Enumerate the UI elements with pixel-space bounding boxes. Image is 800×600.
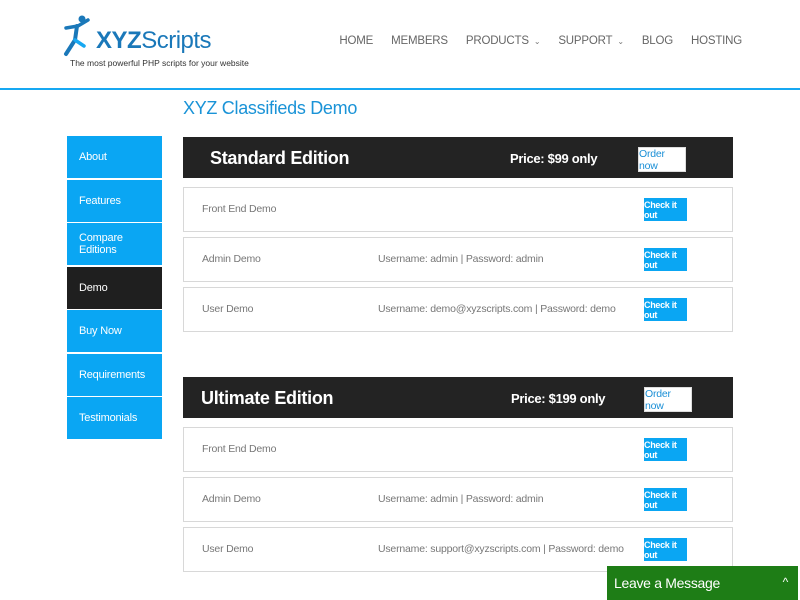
leave-message-label: Leave a Message xyxy=(614,575,721,591)
nav-label: SUPPORT xyxy=(558,35,613,47)
edition-price: Price: $199 only xyxy=(511,391,606,406)
demo-row-front-end: Front End Demo Check it out xyxy=(183,187,733,232)
check-it-out-button[interactable]: Check it out xyxy=(644,198,687,221)
chevron-down-icon: ⌄ xyxy=(533,36,541,46)
sidebar-item-testimonials[interactable]: Testimonials xyxy=(67,397,162,439)
demo-label: Admin Demo xyxy=(202,253,261,265)
nav-support[interactable]: SUPPORT ⌄ xyxy=(558,35,624,47)
nav-hosting[interactable]: HOSTING xyxy=(691,35,742,47)
nav-home[interactable]: HOME xyxy=(339,35,373,47)
demo-credentials: Username: admin | Password: admin xyxy=(378,253,544,265)
demo-row-front-end: Front End Demo Check it out xyxy=(183,427,733,472)
brand-name: XYZScripts xyxy=(96,27,212,55)
demo-row-admin: Admin Demo Username: admin | Password: a… xyxy=(183,237,733,282)
brand-suffix: Scripts xyxy=(141,27,212,54)
standard-edition-section: Standard Edition Price: $99 only Order n… xyxy=(183,137,733,332)
main-nav: HOME MEMBERS PRODUCTS ⌄ SUPPORT ⌄ BLOG HOS… xyxy=(321,35,742,47)
demo-label: User Demo xyxy=(202,303,254,315)
sidebar-item-compare-editions[interactable]: Compare Editions xyxy=(67,223,162,265)
nav-label: BLOG xyxy=(641,35,673,47)
edition-header: Standard Edition Price: $99 only Order n… xyxy=(183,137,733,178)
nav-label: MEMBERS xyxy=(391,35,448,47)
nav-members[interactable]: MEMBERS xyxy=(391,35,448,47)
demo-label: Front End Demo xyxy=(202,443,277,455)
check-it-out-button[interactable]: Check it out xyxy=(644,298,687,321)
check-it-out-button[interactable]: Check it out xyxy=(644,538,687,561)
demo-label: Admin Demo xyxy=(202,493,261,505)
nav-label: HOME xyxy=(339,35,374,47)
check-it-out-button[interactable]: Check it out xyxy=(644,488,687,511)
nav-label: HOSTING xyxy=(691,35,742,47)
running-person-logo-icon xyxy=(64,15,90,56)
ultimate-edition-section: Ultimate Edition Price: $199 only Order … xyxy=(183,377,733,572)
sidebar-item-requirements[interactable]: Requirements xyxy=(67,353,162,396)
check-it-out-button[interactable]: Check it out xyxy=(644,438,687,461)
demo-credentials: Username: admin | Password: admin xyxy=(378,493,544,505)
edition-name: Ultimate Edition xyxy=(201,388,334,408)
sidebar-item-buy-now[interactable]: Buy Now xyxy=(67,310,162,352)
chevron-up-icon: ^ xyxy=(782,575,789,589)
sidebar-item-demo[interactable]: Demo xyxy=(67,266,162,309)
demo-row-admin: Admin Demo Username: admin | Password: a… xyxy=(183,477,733,522)
leave-message-widget[interactable]: Leave a Message ^ xyxy=(607,566,798,600)
order-now-button[interactable]: Order now xyxy=(644,387,692,412)
nav-label: PRODUCTS xyxy=(465,35,529,47)
edition-header: Ultimate Edition Price: $199 only Order … xyxy=(183,377,733,418)
demo-label: User Demo xyxy=(202,543,254,555)
sidebar-item-about[interactable]: About xyxy=(67,136,162,178)
nav-blog[interactable]: BLOG xyxy=(642,35,673,47)
site-logo[interactable]: XYZScripts The most powerful PHP scripts… xyxy=(62,14,249,72)
brand-prefix: XYZ xyxy=(96,27,142,54)
site-header: XYZScripts The most powerful PHP scripts… xyxy=(0,0,800,90)
edition-price: Price: $99 only xyxy=(510,151,598,166)
nav-products[interactable]: PRODUCTS ⌄ xyxy=(465,35,541,47)
sidebar: About Features Compare Editions Demo Buy… xyxy=(67,136,162,441)
demo-credentials: Username: support@xyzscripts.com | Passw… xyxy=(378,543,624,555)
tagline: The most powerful PHP scripts for your w… xyxy=(70,58,249,68)
demo-credentials: Username: demo@xyzscripts.com | Password… xyxy=(378,303,616,315)
chevron-down-icon: ⌄ xyxy=(617,36,624,46)
demo-row-user: User Demo Username: demo@xyzscripts.com … xyxy=(183,287,733,332)
sidebar-item-features[interactable]: Features xyxy=(67,179,162,222)
page-title: XYZ Classifieds Demo xyxy=(183,98,358,118)
demo-label: Front End Demo xyxy=(202,203,277,215)
check-it-out-button[interactable]: Check it out xyxy=(644,248,687,271)
edition-name: Standard Edition xyxy=(210,148,350,168)
order-now-button[interactable]: Order now xyxy=(638,147,686,172)
